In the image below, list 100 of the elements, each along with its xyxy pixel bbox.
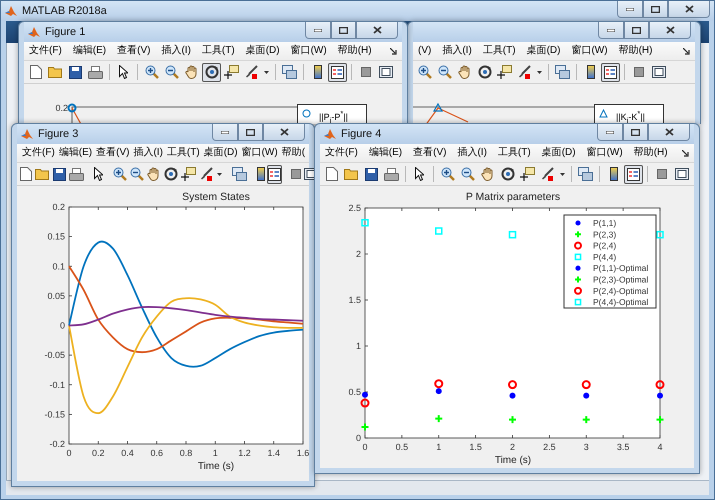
axis-tick-label: 1.2 (238, 448, 251, 458)
axis-tick-label: 0.15 (47, 232, 65, 242)
menu-item[interactable]: 查看(V) (96, 146, 130, 160)
legend-button[interactable] (267, 164, 282, 184)
menu-item[interactable]: 窗口(W) (290, 44, 327, 58)
caret-icon (217, 172, 222, 176)
menu-item[interactable]: 插入(I) (161, 44, 191, 58)
menu-item[interactable]: 桌面(D) (542, 146, 576, 160)
link-plot-button[interactable] (553, 62, 572, 82)
minimize-icon (626, 8, 634, 10)
maximize-button[interactable] (623, 124, 648, 141)
menu-item[interactable]: 帮助( (282, 146, 306, 160)
minimize-button[interactable] (597, 124, 623, 141)
menu-item[interactable]: 编辑(E) (72, 44, 106, 58)
legend-label: P(4,4) (593, 252, 616, 262)
close-button[interactable] (668, 1, 710, 18)
close-icon (280, 128, 288, 136)
maximize-button[interactable] (624, 22, 649, 39)
data-line (71, 108, 83, 124)
data-cursor-button[interactable] (495, 62, 514, 82)
axis-tick-label: 0.1 (52, 261, 65, 272)
colorbar-icon (586, 65, 594, 79)
link-plot-button[interactable] (576, 164, 595, 184)
menu-item[interactable]: 查看(V) (117, 44, 150, 58)
menu-item[interactable]: 文件(F) (325, 146, 358, 160)
data-cursor-button[interactable] (222, 62, 241, 82)
data-cursor-button[interactable] (180, 164, 197, 184)
close-button[interactable] (649, 22, 691, 39)
minimize-button[interactable] (617, 1, 643, 18)
axis-tick-label: 2.5 (543, 442, 556, 452)
dock-arrow-icon (390, 48, 397, 54)
colorbar-button[interactable] (256, 164, 266, 184)
square-icon (634, 67, 644, 77)
menu-item[interactable]: 工具(T) (498, 146, 531, 160)
axis-tick-label: 1 (436, 442, 442, 452)
close-button[interactable] (356, 22, 398, 39)
link-plot-button[interactable] (231, 164, 248, 184)
new-file-button[interactable] (19, 164, 33, 184)
legend-button[interactable] (601, 62, 620, 82)
zoom-out-icon (438, 65, 452, 79)
axis-tick-label: 0 (60, 320, 65, 330)
edit-plot-button[interactable] (93, 164, 104, 184)
dock-arrow-icon (683, 48, 690, 54)
rotate-button[interactable] (202, 62, 221, 82)
axis-tick-label: 4 (658, 442, 662, 452)
legend-label: P(2,4) (593, 240, 616, 251)
minimize-button[interactable] (598, 22, 624, 39)
menu-item[interactable]: 编辑(E) (58, 146, 92, 160)
menu-item[interactable]: 窗口(W) (242, 146, 278, 160)
zoom-in-button[interactable] (112, 164, 128, 184)
menu-item[interactable]: 编辑(E) (368, 146, 402, 160)
hand-icon (480, 167, 494, 181)
menu-item[interactable]: 工具(T) (166, 146, 200, 160)
axis-tick-label: 2.5 (348, 203, 361, 213)
menu-item[interactable]: 窗口(W) (571, 44, 608, 58)
chart-title: System States (182, 191, 250, 203)
zoom-out-icon (130, 167, 144, 181)
rotate-button[interactable] (163, 164, 179, 184)
maximize-icon (339, 26, 348, 34)
menu-item[interactable]: 帮助(H) (634, 146, 668, 160)
square-icon (656, 169, 666, 179)
minimize-button[interactable] (305, 22, 331, 39)
menu-item[interactable]: 查看(V) (413, 146, 446, 160)
maximize-icon (631, 128, 640, 136)
minimize-button[interactable] (212, 124, 238, 141)
maximize-button[interactable] (238, 124, 263, 141)
folder-icon (344, 168, 359, 180)
menu-item[interactable]: 桌面(D) (526, 44, 560, 58)
menu-item[interactable]: 帮助(H) (618, 44, 652, 58)
maximize-button[interactable] (643, 1, 668, 18)
cursor-arrow-icon (119, 65, 128, 79)
linked-plot-icon (578, 167, 593, 181)
zoom-out-button[interactable] (129, 164, 145, 184)
data-cursor-button[interactable] (518, 164, 537, 184)
close-button[interactable] (648, 124, 690, 141)
menu-item[interactable]: (V) (418, 44, 432, 58)
window-icon (378, 66, 392, 78)
menu-item[interactable]: 插入(I) (457, 146, 487, 160)
menu-item[interactable]: 插入(I) (133, 146, 163, 160)
close-button[interactable] (263, 124, 305, 141)
legend-marker (574, 242, 582, 250)
legend-marker (599, 109, 608, 118)
legend-button[interactable] (328, 62, 347, 82)
menu-item[interactable]: 桌面(D) (246, 44, 280, 58)
maximize-icon (246, 128, 255, 136)
menu-item[interactable]: 桌面(D) (204, 146, 238, 160)
menu-item[interactable]: 文件(F) (22, 146, 55, 160)
legend-button[interactable] (624, 164, 643, 184)
link-plot-button[interactable] (280, 62, 299, 82)
maximize-button[interactable] (331, 22, 356, 39)
zoom-in-icon (113, 167, 127, 181)
menu-item[interactable]: 工具(T) (202, 44, 235, 58)
zoom-in-icon (440, 167, 454, 181)
axis-tick-label: 3 (584, 442, 589, 452)
menu-item[interactable]: 窗口(W) (586, 146, 623, 160)
menu-item[interactable]: 帮助(H) (338, 44, 372, 58)
menu-item[interactable]: 插入(I) (442, 44, 472, 58)
menu-item[interactable]: 工具(T) (482, 44, 516, 58)
menu-item[interactable]: 文件(F) (29, 44, 62, 58)
brush-icon (199, 167, 214, 181)
